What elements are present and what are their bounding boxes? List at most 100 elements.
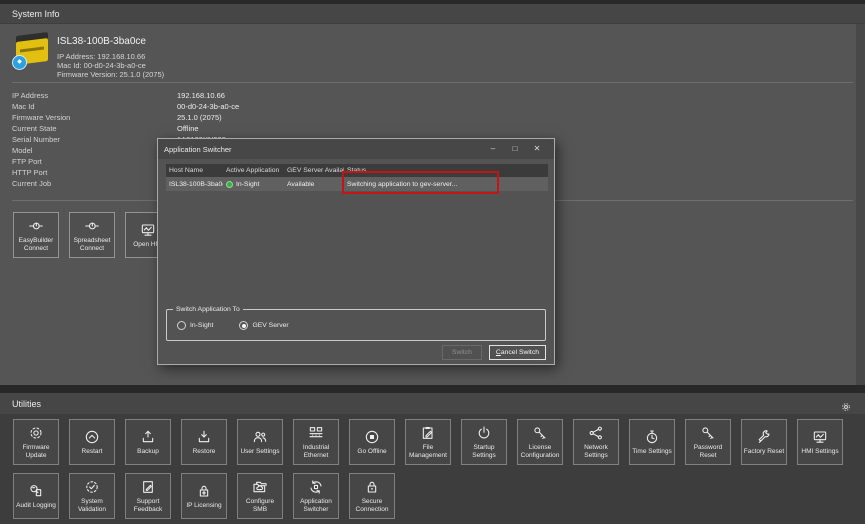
connect-icon [28, 217, 44, 235]
tile-label: Secure Connection [350, 498, 394, 514]
radio-in-sight[interactable]: In-Sight [177, 321, 213, 330]
cancel-switch-button[interactable]: Cancel Switch [489, 345, 546, 360]
device-firmware-line: Firmware Version: 25.1.0 (2075) [57, 70, 164, 79]
tile-label: Time Settings [631, 448, 673, 456]
detail-value: 25.1.0 (2075) [177, 113, 222, 122]
detail-row-current-state: Current StateOffline [12, 123, 432, 134]
application-switcher-dialog: Application Switcher – □ ✕ Host NameActi… [157, 138, 555, 365]
tile-label: Backup [136, 448, 160, 456]
key-icon [532, 424, 548, 442]
power-icon [476, 424, 492, 442]
switch-group-label: Switch Application To [173, 306, 243, 313]
tile-label: Spreadsheet Connect [70, 237, 114, 253]
tile-time-settings[interactable]: Time Settings [629, 419, 675, 465]
tile-spreadsheet-connect[interactable]: Spreadsheet Connect [69, 212, 115, 258]
app-window: System Info ◆ ISL38-100B-3ba0ce IP Addre… [0, 0, 865, 524]
tile-startup-settings[interactable]: Startup Settings [461, 419, 507, 465]
detail-row-mac-id: Mac Id00-d0-24-3b-a0-ce [12, 101, 432, 112]
detail-label: HTTP Port [12, 168, 177, 177]
magnifier-doc-icon [28, 482, 44, 500]
tile-factory-reset[interactable]: Factory Reset [741, 419, 787, 465]
window-controls: – □ ✕ [482, 139, 548, 159]
device-status-badge-icon: ◆ [12, 55, 27, 70]
column-header-active-application[interactable]: Active Application [223, 167, 284, 174]
tile-backup[interactable]: Backup [125, 419, 171, 465]
tile-ip-licensing[interactable]: IP Licensing [181, 473, 227, 519]
close-icon[interactable]: ✕ [526, 139, 548, 159]
active-application-value: In-Sight [236, 181, 259, 188]
monitor-icon [140, 221, 156, 239]
radio-gev-server[interactable]: GEV Server [239, 321, 288, 330]
lock-icon [364, 478, 380, 496]
folder-cloud-icon [252, 478, 268, 496]
tile-label: Network Settings [574, 444, 618, 460]
tile-audit-logging[interactable]: Audit Logging [13, 473, 59, 519]
tile-license-configuration[interactable]: License Configuration [517, 419, 563, 465]
tile-network-settings[interactable]: Network Settings [573, 419, 619, 465]
detail-label: Current Job [12, 179, 177, 188]
tile-label: IP Licensing [185, 502, 222, 510]
green-status-dot-icon [226, 181, 233, 188]
minimize-icon[interactable]: – [482, 139, 504, 159]
detail-label: Firmware Version [12, 113, 177, 122]
tile-label: System Validation [70, 498, 114, 514]
column-header-gev-server-availability[interactable]: GEV Server Availability [284, 167, 344, 174]
column-header-host-name[interactable]: Host Name [166, 167, 223, 174]
detail-label: Serial Number [12, 135, 177, 144]
radio-circle-icon [239, 321, 248, 330]
detail-label: Model [12, 146, 177, 155]
tile-label: HMI Settings [800, 448, 839, 456]
file-management-icon [420, 424, 436, 442]
gear-icon[interactable] [841, 399, 851, 409]
tile-label: Startup Settings [462, 444, 506, 460]
detail-label: Current State [12, 124, 177, 133]
tile-hmi-settings[interactable]: HMI Settings [797, 419, 843, 465]
host-name-cell: ISL38-100B-3ba0ce [166, 181, 223, 188]
tile-go-offline[interactable]: Go Offline [349, 419, 395, 465]
detail-row-firmware-version: Firmware Version25.1.0 (2075) [12, 112, 432, 123]
dialog-titlebar[interactable]: Application Switcher – □ ✕ [158, 139, 554, 159]
restore-icon [196, 428, 212, 446]
switch-application-group: Switch Application To In-Sight GEV Serve… [166, 309, 546, 341]
status-cell: Switching application to gev-server... [344, 181, 548, 188]
tile-label: Restart [81, 448, 104, 456]
tile-system-validation[interactable]: System Validation [69, 473, 115, 519]
tile-user-settings[interactable]: User Settings [237, 419, 283, 465]
tile-label: Firmware Update [14, 444, 58, 460]
tile-label: Application Switcher [294, 498, 338, 514]
tile-file-management[interactable]: File Management [405, 419, 451, 465]
switch-button[interactable]: Switch [442, 345, 482, 360]
dialog-buttons: Switch Cancel Switch [442, 345, 546, 360]
tile-restore[interactable]: Restore [181, 419, 227, 465]
tile-application-switcher[interactable]: Application Switcher [293, 473, 339, 519]
tile-easybuilder-connect[interactable]: EasyBuilder Connect [13, 212, 59, 258]
tile-configure-smb[interactable]: Configure SMB [237, 473, 283, 519]
key-icon [700, 424, 716, 442]
detail-row-ip-address: IP Address192.168.10.66 [12, 90, 432, 101]
tile-restart[interactable]: Restart [69, 419, 115, 465]
tile-password-reset[interactable]: Password Reset [685, 419, 731, 465]
tile-secure-connection[interactable]: Secure Connection [349, 473, 395, 519]
industrial-ethernet-icon [308, 424, 324, 442]
column-header-status[interactable]: Status [344, 167, 548, 174]
gear-check-icon [84, 478, 100, 496]
tile-label: License Configuration [518, 444, 562, 460]
device-name: ISL38-100B-3ba0ce [57, 36, 146, 47]
detail-value: Offline [177, 124, 199, 133]
right-edge-strip [856, 24, 865, 385]
tile-label: User Settings [239, 448, 280, 456]
table-header-row: Host NameActive ApplicationGEV Server Av… [166, 164, 548, 177]
device-icon: ◆ [14, 33, 52, 70]
table-row[interactable]: ISL38-100B-3ba0ce In-Sight Available Swi… [166, 177, 548, 191]
tile-label: Restore [192, 448, 217, 456]
tile-firmware-update[interactable]: Firmware Update [13, 419, 59, 465]
tile-support-feedback[interactable]: Support Feedback [125, 473, 171, 519]
maximize-icon[interactable]: □ [504, 139, 526, 159]
tile-label: File Management [406, 444, 450, 460]
device-mac-line: Mac Id: 00-d0-24-3b-a0-ce [57, 61, 146, 70]
tile-industrial-ethernet[interactable]: Industrial Ethernet [293, 419, 339, 465]
tile-label: EasyBuilder Connect [14, 237, 58, 253]
switch-options: In-Sight GEV Server [167, 310, 545, 330]
wrench-icon [756, 428, 772, 446]
feedback-icon [140, 478, 156, 496]
